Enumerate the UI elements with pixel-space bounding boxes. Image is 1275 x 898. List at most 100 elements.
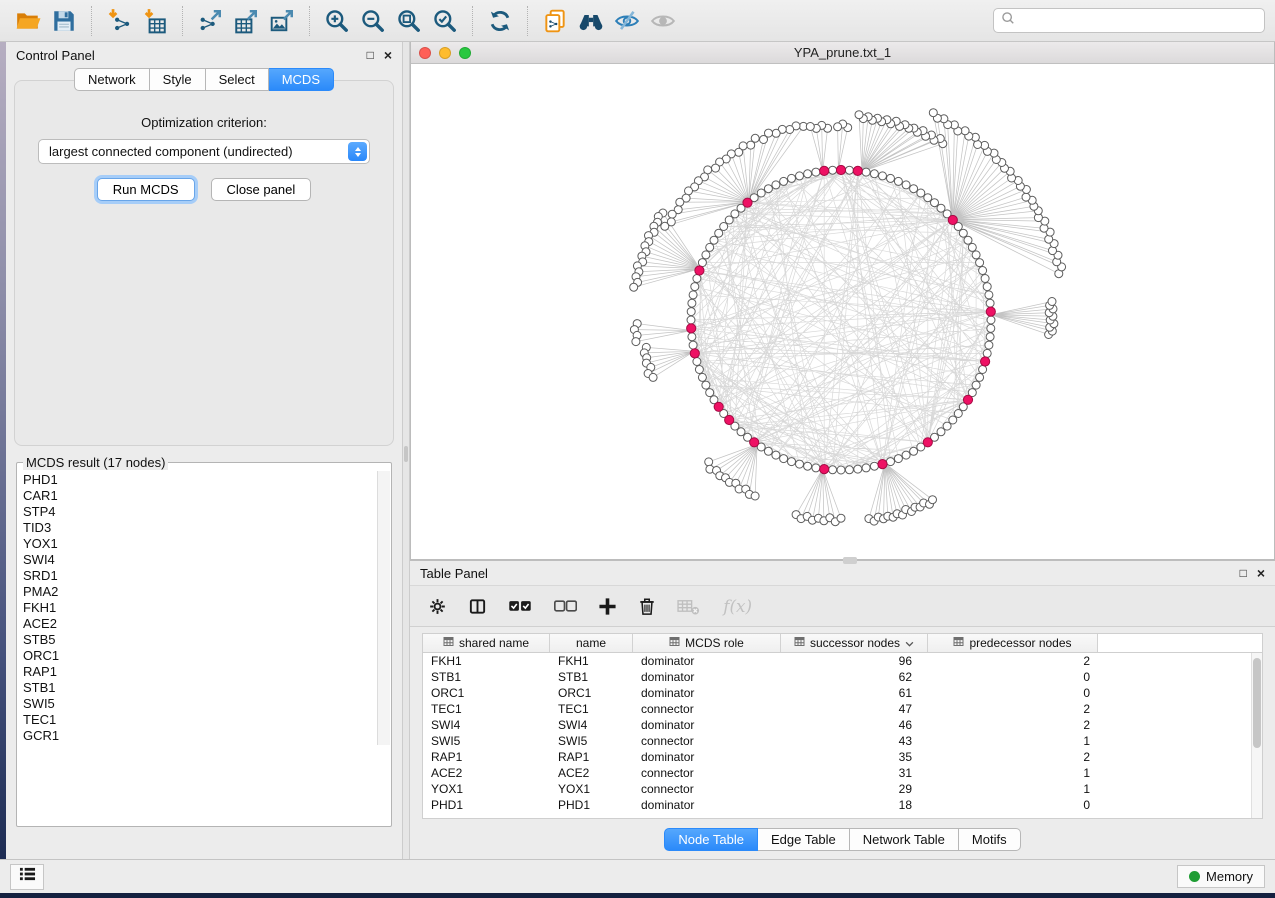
mcds-result-item[interactable]: GCR1 — [23, 728, 372, 744]
tab-style[interactable]: Style — [150, 68, 206, 91]
splitter-grip[interactable] — [404, 446, 408, 462]
export-network-icon[interactable] — [192, 4, 228, 38]
mcds-result-item[interactable]: TID3 — [23, 520, 372, 536]
close-window-icon[interactable] — [419, 47, 431, 59]
tab-select[interactable]: Select — [206, 68, 269, 91]
delete-icon[interactable] — [638, 596, 656, 616]
table-cell: 0 — [928, 798, 1098, 812]
zoom-window-icon[interactable] — [459, 47, 471, 59]
horizontal-splitter-grip[interactable] — [843, 557, 857, 564]
hide-selected-icon[interactable] — [609, 4, 645, 38]
column-header-name[interactable]: name — [550, 634, 633, 652]
table-cell: 0 — [928, 686, 1098, 700]
tab-network[interactable]: Network — [74, 68, 150, 91]
mcds-list-scrollbar[interactable] — [377, 471, 390, 745]
dropdown-stepper-icon — [348, 142, 367, 161]
table-row[interactable]: ORC1ORC1dominator610 — [423, 685, 1262, 701]
mcds-result-item[interactable]: ORC1 — [23, 648, 372, 664]
mcds-result-item[interactable]: TEC1 — [23, 712, 372, 728]
network-from-selection-icon[interactable] — [537, 4, 573, 38]
mcds-result-item[interactable]: PHD1 — [23, 472, 372, 488]
table-cell: TEC1 — [550, 702, 633, 716]
mcds-result-item[interactable]: STB5 — [23, 632, 372, 648]
function-icon[interactable]: f(x) — [721, 596, 755, 617]
mcds-result-item[interactable]: SWI5 — [23, 696, 372, 712]
table-row[interactable]: RAP1RAP1dominator352 — [423, 749, 1262, 765]
open-file-icon[interactable] — [10, 4, 46, 38]
close-table-panel-icon[interactable]: × — [1257, 566, 1265, 580]
tab-edge-table[interactable]: Edge Table — [758, 828, 850, 851]
show-all-icon[interactable] — [645, 4, 681, 38]
search-input[interactable] — [1020, 14, 1257, 28]
column-header-shared-name[interactable]: shared name — [423, 634, 550, 652]
table-toolbar: f(x) — [410, 585, 1275, 627]
network-graph[interactable] — [411, 64, 1274, 558]
tab-motifs[interactable]: Motifs — [959, 828, 1021, 851]
minimize-window-icon[interactable] — [439, 47, 451, 59]
mcds-result-item[interactable]: CAR1 — [23, 488, 372, 504]
vertical-splitter[interactable] — [402, 42, 410, 859]
table-row[interactable]: STB1STB1dominator620 — [423, 669, 1262, 685]
table-row[interactable]: PHD1PHD1dominator180 — [423, 797, 1262, 813]
close-panel-button[interactable]: Close panel — [211, 178, 312, 201]
table-cell: dominator — [633, 654, 781, 668]
column-label: name — [576, 636, 606, 650]
float-panel-icon[interactable]: □ — [367, 49, 374, 61]
mcds-result-item[interactable]: PMA2 — [23, 584, 372, 600]
search-box[interactable] — [993, 8, 1265, 33]
select-all-icon[interactable] — [508, 599, 532, 614]
tab-node-table[interactable]: Node Table — [664, 828, 758, 851]
table-settings-icon[interactable] — [428, 597, 447, 616]
table-cell: dominator — [633, 686, 781, 700]
table-cell: SWI5 — [550, 734, 633, 748]
task-history-button[interactable] — [10, 864, 44, 890]
table-row[interactable]: SWI4SWI4dominator462 — [423, 717, 1262, 733]
refresh-layout-icon[interactable] — [482, 4, 518, 38]
tab-network-table[interactable]: Network Table — [850, 828, 959, 851]
zoom-out-icon[interactable] — [355, 4, 391, 38]
close-panel-icon[interactable]: × — [384, 48, 392, 62]
memory-button[interactable]: Memory — [1177, 865, 1265, 888]
import-table-icon[interactable] — [137, 4, 173, 38]
mcds-result-item[interactable]: STP4 — [23, 504, 372, 520]
show-columns-icon[interactable] — [468, 597, 487, 616]
mcds-result-item[interactable]: FKH1 — [23, 600, 372, 616]
main-area: Control Panel □ × NetworkStyleSelectMCDS… — [0, 42, 1275, 859]
export-image-icon[interactable] — [264, 4, 300, 38]
mcds-result-list: PHD1CAR1STP4TID3YOX1SWI4SRD1PMA2FKH1ACE2… — [18, 471, 377, 745]
run-mcds-button[interactable]: Run MCDS — [97, 178, 195, 201]
float-table-panel-icon[interactable]: □ — [1240, 567, 1247, 579]
zoom-selected-icon[interactable] — [427, 4, 463, 38]
mcds-result-item[interactable]: YOX1 — [23, 536, 372, 552]
mcds-result-item[interactable]: SWI4 — [23, 552, 372, 568]
table-row[interactable]: TEC1TEC1connector472 — [423, 701, 1262, 717]
import-network-icon[interactable] — [101, 4, 137, 38]
column-header-predecessor-nodes[interactable]: predecessor nodes — [928, 634, 1098, 652]
criterion-dropdown[interactable]: largest connected component (undirected) — [38, 139, 370, 164]
zoom-fit-icon[interactable] — [391, 4, 427, 38]
table-row[interactable]: YOX1YOX1connector291 — [423, 781, 1262, 797]
table-scrollbar[interactable] — [1251, 653, 1262, 818]
mcds-result-item[interactable]: RAP1 — [23, 664, 372, 680]
table-scrollbar-thumb[interactable] — [1253, 658, 1261, 748]
table-cell: YOX1 — [423, 782, 550, 796]
network-canvas[interactable] — [411, 64, 1274, 559]
add-icon[interactable] — [598, 597, 617, 616]
table-row[interactable]: ACE2ACE2connector311 — [423, 765, 1262, 781]
tab-mcds[interactable]: MCDS — [269, 68, 334, 91]
mcds-result-item[interactable]: SRD1 — [23, 568, 372, 584]
export-table-icon[interactable] — [228, 4, 264, 38]
find-neighbors-icon[interactable] — [573, 4, 609, 38]
save-session-icon[interactable] — [46, 4, 82, 38]
column-header-MCDS-role[interactable]: MCDS role — [633, 634, 781, 652]
network-window: YPA_prune.txt_1 — [410, 42, 1275, 560]
delete-table-icon[interactable] — [677, 598, 700, 615]
table-row[interactable]: FKH1FKH1dominator962 — [423, 653, 1262, 669]
zoom-in-icon[interactable] — [319, 4, 355, 38]
table-row[interactable]: SWI5SWI5connector431 — [423, 733, 1262, 749]
mcds-result-item[interactable]: STB1 — [23, 680, 372, 696]
column-header-successor-nodes[interactable]: successor nodes — [781, 634, 928, 652]
table-cell: 1 — [928, 782, 1098, 796]
mcds-result-item[interactable]: ACE2 — [23, 616, 372, 632]
deselect-all-icon[interactable] — [553, 599, 577, 614]
